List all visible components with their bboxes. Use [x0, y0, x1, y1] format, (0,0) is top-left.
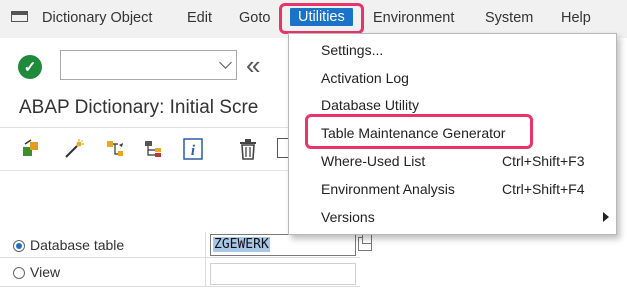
first-page-icon[interactable]: «: [246, 50, 261, 81]
menu-item-versions[interactable]: Versions: [321, 209, 375, 225]
menu-item-database-utility[interactable]: Database Utility: [321, 97, 419, 113]
divider: [0, 257, 360, 258]
radio-view[interactable]: [13, 267, 25, 279]
utilities-highlight-box: [279, 3, 364, 34]
chevron-down-icon[interactable]: [219, 56, 232, 69]
value-help-icon[interactable]: [358, 234, 372, 251]
radio-label-view: View: [30, 264, 61, 280]
command-input[interactable]: [61, 51, 215, 79]
wizard-icon[interactable]: [63, 138, 85, 160]
submenu-arrow-icon: [603, 212, 609, 222]
shortcut-where-used-list: Ctrl+Shift+F3: [502, 153, 585, 169]
table-maintenance-highlight-box: [305, 114, 533, 149]
other-object-icon[interactable]: [21, 138, 43, 160]
delete-icon[interactable]: [237, 138, 259, 160]
radio-label-database-table: Database table: [30, 237, 125, 253]
menu-item-where-used-list[interactable]: Where-Used List: [321, 153, 425, 169]
database-table-input[interactable]: ZGEWERK: [210, 234, 356, 256]
menu-goto[interactable]: Goto: [239, 10, 270, 26]
info-icon[interactable]: i: [182, 138, 204, 160]
menu-environment[interactable]: Environment: [373, 10, 454, 26]
view-input[interactable]: [210, 263, 356, 285]
hierarchy-icon[interactable]: [143, 138, 165, 160]
menu-edit[interactable]: Edit: [187, 10, 212, 26]
shortcut-environment-analysis: Ctrl+Shift+F4: [502, 181, 585, 197]
divider: [0, 170, 290, 171]
check-icon[interactable]: ✓: [18, 55, 42, 79]
database-table-value: ZGEWERK: [213, 237, 270, 252]
divider: [205, 232, 206, 286]
menu-help[interactable]: Help: [561, 10, 591, 26]
menu-item-settings[interactable]: Settings...: [321, 42, 383, 58]
menu-item-environment-analysis[interactable]: Environment Analysis: [321, 181, 455, 197]
menu-system[interactable]: System: [485, 10, 533, 26]
command-field[interactable]: [60, 50, 237, 80]
page-title: ABAP Dictionary: Initial Scre: [19, 97, 259, 118]
menu-dictionary-object[interactable]: Dictionary Object: [42, 10, 152, 26]
divider: [0, 286, 360, 287]
utilities-dropdown-menu: Settings... Activation Log Database Util…: [288, 33, 617, 235]
radio-database-table[interactable]: [13, 240, 25, 252]
where-used-icon[interactable]: [104, 138, 126, 160]
menu-icon[interactable]: [11, 11, 28, 22]
divider: [0, 127, 290, 128]
menu-item-activation-log[interactable]: Activation Log: [321, 70, 409, 86]
